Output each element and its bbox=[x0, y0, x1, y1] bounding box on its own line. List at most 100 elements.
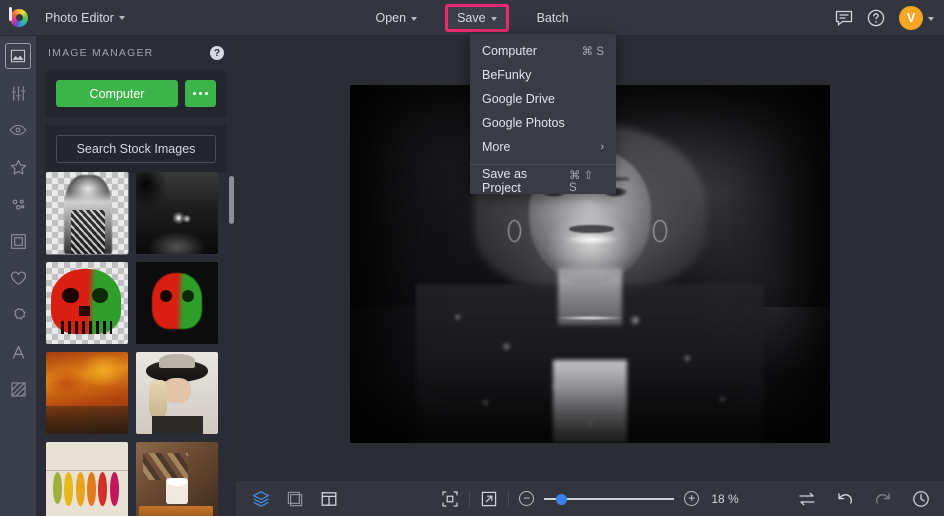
menu-item-label: Computer bbox=[482, 44, 537, 58]
divider bbox=[469, 490, 471, 507]
image-manager-panel: IMAGE MANAGER ? Computer Search Stock Im… bbox=[36, 36, 236, 516]
crop-icon[interactable] bbox=[286, 490, 304, 508]
save-label: Save bbox=[457, 11, 486, 25]
question-circle-icon[interactable]: ? bbox=[210, 46, 224, 60]
redo-icon[interactable] bbox=[874, 491, 892, 507]
thumb-leaf-6 bbox=[109, 471, 119, 506]
thumbnail-skull-red-green-transparent[interactable] bbox=[46, 262, 128, 344]
menu-item-computer[interactable]: Computer ⌘ S bbox=[470, 39, 616, 63]
panel-header: IMAGE MANAGER ? bbox=[36, 36, 236, 70]
save-dropdown-menu: Computer ⌘ S BeFunky Google Drive Google… bbox=[470, 34, 616, 195]
menu-divider bbox=[470, 164, 616, 165]
logo-hole bbox=[15, 14, 23, 21]
thumb-leaf-3 bbox=[75, 471, 85, 506]
save-menu-button[interactable]: Save bbox=[445, 4, 509, 32]
thumbnail-skull-red-green-black[interactable] bbox=[136, 262, 218, 344]
portrait-chest bbox=[553, 360, 627, 443]
rail-item-frames[interactable] bbox=[6, 229, 30, 253]
zoom-in-button[interactable]: + bbox=[684, 491, 700, 506]
question-circle-icon[interactable] bbox=[867, 9, 885, 27]
thumbnail-foggy-road-night[interactable] bbox=[136, 172, 218, 254]
zoom-slider-handle[interactable] bbox=[556, 493, 568, 505]
chevron-right-icon: › bbox=[600, 141, 604, 153]
thumb-ground bbox=[46, 406, 128, 434]
thumb-hat-crown bbox=[158, 353, 196, 369]
panel-scrollbar-thumb[interactable] bbox=[229, 176, 234, 224]
undo-icon[interactable] bbox=[836, 491, 854, 507]
divider bbox=[508, 490, 510, 507]
rail-item-image[interactable] bbox=[5, 43, 31, 69]
rail-item-artsy[interactable] bbox=[6, 192, 30, 216]
thumb-blanket bbox=[142, 453, 189, 480]
layout-icon[interactable] bbox=[320, 490, 338, 508]
compare-arrows-icon[interactable] bbox=[798, 491, 816, 507]
history-clock-icon[interactable] bbox=[912, 490, 930, 508]
chevron-down-icon[interactable] bbox=[928, 16, 934, 21]
layers-icon[interactable] bbox=[252, 490, 270, 508]
rail-item-effects[interactable] bbox=[6, 155, 30, 179]
menu-item-label: Google Photos bbox=[482, 116, 565, 130]
thumbnail-cocoa-tray[interactable] bbox=[136, 442, 218, 516]
rail-item-overlays[interactable] bbox=[6, 266, 30, 290]
zoom-slider[interactable] bbox=[544, 492, 675, 506]
computer-label: Computer bbox=[89, 86, 145, 101]
chevron-down-icon bbox=[118, 16, 125, 20]
thumb-skull bbox=[152, 273, 202, 330]
logo-stem bbox=[9, 6, 12, 21]
bottom-left-group bbox=[236, 490, 338, 508]
batch-button[interactable]: Batch bbox=[525, 4, 581, 32]
app-mode-selector[interactable]: Photo Editor bbox=[36, 6, 134, 30]
zoom-level-label: 18 % bbox=[711, 491, 739, 506]
menu-item-google-photos[interactable]: Google Photos bbox=[470, 111, 616, 135]
thumb-jacket bbox=[152, 415, 204, 434]
avatar[interactable]: V bbox=[899, 6, 923, 30]
thumbnail-portrait-bw-transparent[interactable] bbox=[46, 172, 129, 255]
thumbnail-woman-with-hat[interactable] bbox=[136, 352, 218, 434]
menu-item-more[interactable]: More › bbox=[470, 135, 616, 159]
ellipsis-icon[interactable] bbox=[185, 80, 216, 107]
menu-item-save-as-project[interactable]: Save as Project ⌘ ⇧ S bbox=[470, 167, 616, 195]
top-right-group: V bbox=[835, 0, 934, 36]
center-menu-group: Open Save Batch bbox=[0, 0, 944, 36]
rail-item-text[interactable] bbox=[6, 340, 30, 364]
rail-item-graphics[interactable] bbox=[6, 303, 30, 327]
search-stock-images-button[interactable]: Search Stock Images bbox=[56, 135, 216, 163]
batch-label: Batch bbox=[536, 11, 569, 25]
fit-to-screen-icon[interactable] bbox=[441, 490, 459, 508]
thumb-tray bbox=[139, 505, 214, 516]
bottom-right-group bbox=[798, 490, 930, 508]
bottom-toolbar: − + 18 % bbox=[236, 480, 944, 516]
app-logo[interactable] bbox=[0, 6, 36, 29]
thumbnail-autumn-forest[interactable] bbox=[46, 352, 128, 434]
expand-icon[interactable] bbox=[480, 490, 498, 508]
open-label: Open bbox=[375, 11, 407, 25]
computer-upload-button[interactable]: Computer bbox=[56, 80, 178, 107]
zoom-out-button[interactable]: − bbox=[519, 491, 535, 506]
panel-scrollbar[interactable] bbox=[229, 172, 234, 516]
speech-bubble-icon[interactable] bbox=[835, 10, 853, 26]
rail-item-adjust[interactable] bbox=[6, 81, 30, 105]
stock-block: Search Stock Images bbox=[46, 125, 226, 173]
menu-item-befunky[interactable]: BeFunky bbox=[470, 63, 616, 87]
thumbnail-grid bbox=[46, 172, 226, 516]
thumb-skull-nose bbox=[78, 306, 91, 317]
thumb-string bbox=[46, 469, 128, 471]
thumb-leaf-1 bbox=[52, 471, 62, 505]
open-menu-button[interactable]: Open bbox=[363, 4, 429, 32]
thumb-skull-eye-left bbox=[62, 288, 79, 303]
thumbnail-hanging-leaves[interactable] bbox=[46, 442, 128, 516]
search-stock-label: Search Stock Images bbox=[76, 142, 196, 156]
rail-item-retouch[interactable] bbox=[6, 118, 30, 142]
chevron-down-icon bbox=[490, 16, 497, 21]
thumb-face bbox=[163, 378, 191, 403]
thumb-leaf-4 bbox=[87, 471, 97, 506]
menu-item-google-drive[interactable]: Google Drive bbox=[470, 87, 616, 111]
portrait-flash-highlight bbox=[563, 234, 620, 246]
menu-item-shortcut: ⌘ S bbox=[581, 46, 604, 58]
rail-item-textures[interactable] bbox=[6, 377, 30, 401]
panel-title: IMAGE MANAGER bbox=[48, 47, 154, 59]
portrait-lips bbox=[568, 224, 614, 234]
thumb-coat bbox=[70, 209, 106, 254]
top-toolbar: Photo Editor Open Save Batch V bbox=[0, 0, 944, 36]
chevron-down-icon bbox=[411, 16, 418, 21]
